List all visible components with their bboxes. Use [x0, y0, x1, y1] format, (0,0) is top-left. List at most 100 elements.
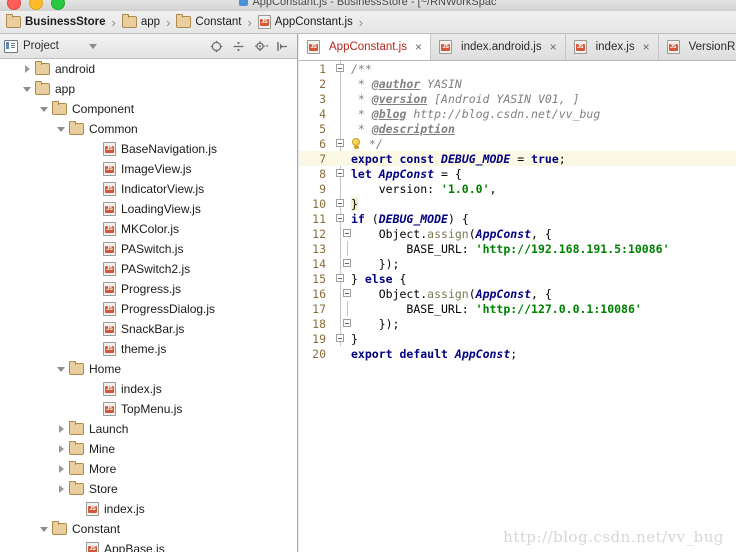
editor-tab[interactable]: VersionR: [659, 34, 736, 60]
breadcrumb-item-businessstore[interactable]: BusinessStore: [6, 14, 106, 28]
fold-toggle-icon[interactable]: [336, 169, 344, 177]
close-tab-icon[interactable]: ×: [415, 41, 422, 53]
fold-gutter[interactable]: [331, 166, 351, 181]
fold-toggle-icon[interactable]: [343, 229, 351, 237]
tree-row[interactable]: AppBase.js: [0, 539, 297, 552]
chevron-down-icon[interactable]: [40, 105, 49, 114]
tree-row[interactable]: LoadingView.js: [0, 199, 297, 219]
tree-row[interactable]: MKColor.js: [0, 219, 297, 239]
tree-row[interactable]: IndicatorView.js: [0, 179, 297, 199]
fold-toggle-icon[interactable]: [336, 199, 344, 207]
chevron-down-icon[interactable]: [57, 125, 66, 134]
code-line[interactable]: 20 export default AppConst;: [299, 346, 736, 361]
tree-row[interactable]: More: [0, 459, 297, 479]
fold-gutter[interactable]: [331, 136, 351, 151]
tree-row[interactable]: index.js: [0, 379, 297, 399]
tree-row[interactable]: BaseNavigation.js: [0, 139, 297, 159]
fold-gutter[interactable]: [331, 121, 351, 136]
code-line[interactable]: 11 if (DEBUG_MODE) {: [299, 211, 736, 226]
fold-gutter[interactable]: [331, 61, 351, 76]
fold-gutter[interactable]: [331, 286, 351, 301]
fold-toggle-icon[interactable]: [336, 64, 344, 72]
code-line[interactable]: 5 * @description: [299, 121, 736, 136]
tree-row[interactable]: SnackBar.js: [0, 319, 297, 339]
chevron-right-icon[interactable]: [57, 424, 66, 434]
chevron-down-icon[interactable]: [88, 43, 97, 49]
lightbulb-icon[interactable]: [351, 137, 362, 150]
tree-row[interactable]: app: [0, 79, 297, 99]
chevron-right-icon[interactable]: [57, 464, 66, 474]
code-line[interactable]: 10}: [299, 196, 736, 211]
chevron-right-icon[interactable]: [57, 444, 66, 454]
fold-toggle-icon[interactable]: [336, 274, 344, 282]
tree-row[interactable]: Common: [0, 119, 297, 139]
tree-row[interactable]: Home: [0, 359, 297, 379]
fold-gutter[interactable]: [331, 196, 351, 211]
code-line[interactable]: 14 });: [299, 256, 736, 271]
code-line[interactable]: 17 BASE_URL: 'http://127.0.0.1:10086': [299, 301, 736, 316]
fold-gutter[interactable]: [331, 331, 351, 346]
chevron-right-icon[interactable]: [23, 64, 32, 74]
tree-row[interactable]: Constant: [0, 519, 297, 539]
settings-gear-icon[interactable]: [254, 40, 269, 53]
code-line[interactable]: 1 /**: [299, 61, 736, 76]
tree-row[interactable]: android: [0, 59, 297, 79]
fold-toggle-icon[interactable]: [336, 334, 344, 342]
breadcrumb-item-constant[interactable]: Constant: [176, 14, 241, 28]
tree-row[interactable]: Mine: [0, 439, 297, 459]
tree-row[interactable]: TopMenu.js: [0, 399, 297, 419]
fold-toggle-icon[interactable]: [343, 289, 351, 297]
fold-gutter[interactable]: [331, 211, 351, 226]
editor-tab-bar[interactable]: AppConstant.js×index.android.js×index.js…: [299, 34, 736, 61]
code-line[interactable]: 6 */: [299, 136, 736, 151]
tree-row[interactable]: ProgressDialog.js: [0, 299, 297, 319]
code-line[interactable]: 2 * @author YASIN: [299, 76, 736, 91]
fold-gutter[interactable]: [331, 271, 351, 286]
editor-tab[interactable]: index.js ×: [566, 34, 659, 60]
fold-gutter[interactable]: [331, 301, 351, 316]
tree-row[interactable]: Store: [0, 479, 297, 499]
tree-row[interactable]: PASwitch2.js: [0, 259, 297, 279]
breadcrumb-item-appconstant[interactable]: AppConstant.js: [257, 15, 353, 29]
fold-gutter[interactable]: [331, 241, 351, 256]
collapse-all-icon[interactable]: [232, 40, 245, 53]
code-line[interactable]: 19}: [299, 331, 736, 346]
code-line[interactable]: 13 BASE_URL: 'http://192.168.191.5:10086…: [299, 241, 736, 256]
fold-gutter[interactable]: [331, 226, 351, 241]
code-line[interactable]: 12 Object.assign(AppConst, {: [299, 226, 736, 241]
fold-toggle-icon[interactable]: [343, 319, 351, 327]
project-panel-title[interactable]: Project: [4, 39, 59, 53]
tree-row[interactable]: theme.js: [0, 339, 297, 359]
fold-gutter[interactable]: [331, 346, 351, 361]
breadcrumb-item-app[interactable]: app: [121, 14, 160, 28]
fold-gutter[interactable]: [331, 76, 351, 91]
code-line[interactable]: 16 Object.assign(AppConst, {: [299, 286, 736, 301]
tree-row[interactable]: ImageView.js: [0, 159, 297, 179]
fold-gutter[interactable]: [331, 316, 351, 331]
editor-tab[interactable]: index.android.js ×: [431, 34, 566, 60]
code-line[interactable]: 3 * @version [Android YASIN V01, ]: [299, 91, 736, 106]
code-line[interactable]: 4 * @blog http://blog.csdn.net/vv_bug: [299, 106, 736, 121]
close-tab-icon[interactable]: ×: [550, 41, 557, 53]
fold-gutter[interactable]: [331, 91, 351, 106]
fold-toggle-icon[interactable]: [336, 214, 344, 222]
project-tree[interactable]: android app Component Common BaseNavigation.…: [0, 59, 297, 552]
chevron-down-icon[interactable]: [23, 85, 32, 94]
hide-panel-icon[interactable]: [276, 40, 289, 53]
code-line[interactable]: 8 let AppConst = {: [299, 166, 736, 181]
fold-toggle-icon[interactable]: [343, 259, 351, 267]
tree-row[interactable]: Progress.js: [0, 279, 297, 299]
chevron-down-icon[interactable]: [57, 365, 66, 374]
code-line[interactable]: 9 version: '1.0.0',: [299, 181, 736, 196]
tree-row[interactable]: index.js: [0, 499, 297, 519]
fold-gutter[interactable]: [331, 106, 351, 121]
fold-toggle-icon[interactable]: [336, 139, 344, 147]
fold-gutter[interactable]: [331, 256, 351, 271]
editor-tab[interactable]: AppConstant.js ×: [299, 34, 432, 60]
scroll-from-source-icon[interactable]: [210, 40, 223, 53]
close-tab-icon[interactable]: ×: [643, 41, 650, 53]
fold-gutter[interactable]: [331, 181, 351, 196]
tree-row[interactable]: Component: [0, 99, 297, 119]
fold-gutter[interactable]: [331, 151, 351, 166]
chevron-down-icon[interactable]: [40, 525, 49, 534]
